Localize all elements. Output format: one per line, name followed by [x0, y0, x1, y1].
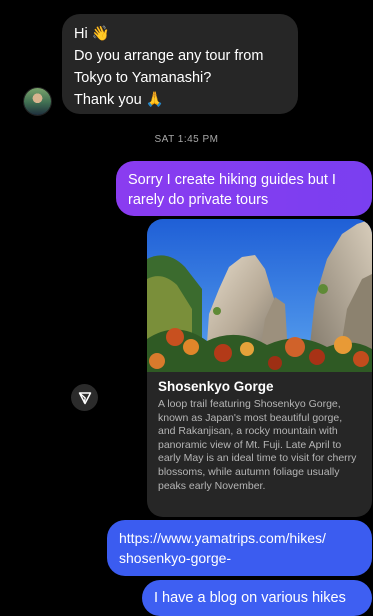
- incoming-line: Hi 👋: [74, 26, 110, 42]
- outgoing-message[interactable]: I have a blog on various hikes: [142, 580, 372, 616]
- incoming-message[interactable]: Hi 👋 Do you arrange any tour from Tokyo …: [62, 14, 298, 114]
- incoming-line: Tokyo to Yamanashi?: [74, 70, 212, 86]
- incoming-line: Thank you 🙏: [74, 92, 164, 108]
- card-title: Shosenkyo Gorge: [158, 379, 274, 394]
- incoming-line: Do you arrange any tour from: [74, 48, 264, 64]
- link-preview-card[interactable]: Shosenkyo Gorge A loop trail featuring S…: [147, 219, 372, 517]
- gorge-image: [147, 219, 372, 372]
- share-icon: [78, 391, 91, 404]
- outgoing-message[interactable]: Sorry I create hiking guides but I rarel…: [116, 161, 372, 216]
- share-button[interactable]: [71, 384, 98, 411]
- message-timestamp: SAT 1:45 PM: [154, 134, 219, 145]
- link-message[interactable]: https://www.yamatrips.com/hikes/ shosenk…: [107, 520, 372, 576]
- link-text-line[interactable]: shosenkyo-gorge-: [119, 548, 360, 568]
- card-description: A loop trail featuring Shosenkyo Gorge, …: [158, 398, 357, 492]
- avatar[interactable]: [24, 88, 51, 115]
- link-text-line[interactable]: https://www.yamatrips.com/hikes/: [119, 528, 360, 548]
